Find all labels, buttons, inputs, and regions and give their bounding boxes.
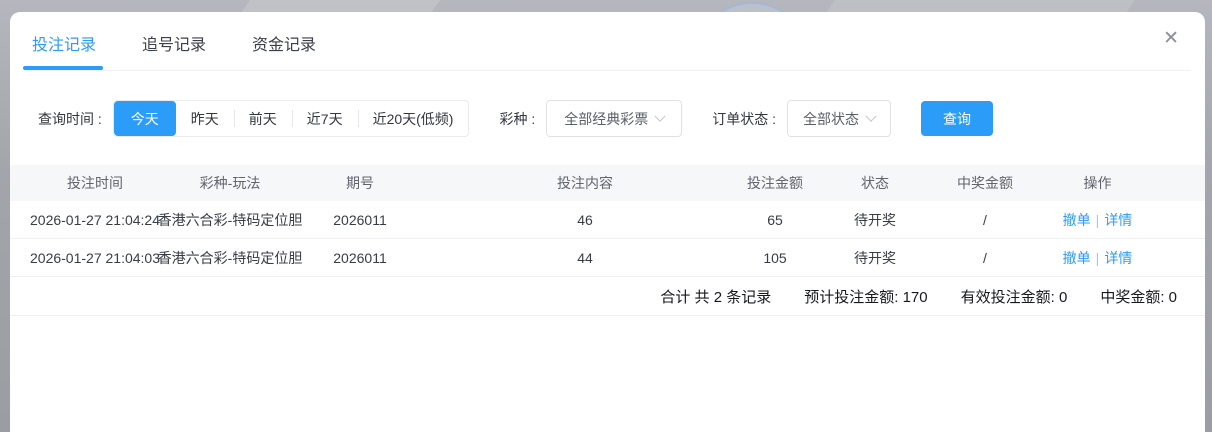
detail-link[interactable]: 详情 <box>1104 210 1132 230</box>
order-status-select[interactable]: 全部状态 <box>787 100 891 137</box>
cell-bet-amount: 105 <box>730 250 820 266</box>
col-header-status: 状态 <box>820 173 930 193</box>
tab-bar: 投注记录 追号记录 资金记录 ✕ <box>24 12 1191 71</box>
col-header-prize-amount: 中奖金额 <box>930 173 1040 193</box>
col-header-actions: 操作 <box>1040 173 1205 193</box>
table-header-row: 投注时间 彩种-玩法 期号 投注内容 投注金额 状态 中奖金额 操作 <box>10 165 1205 201</box>
betting-records-modal: 投注记录 追号记录 资金记录 ✕ 查询时间 : 今天 昨天 前天 近7天 近20… <box>10 12 1205 432</box>
tab-funds-records[interactable]: 资金记录 <box>252 12 316 70</box>
summary-valid-bet-amount: 有效投注金额: 0 <box>961 286 1068 307</box>
link-separator: | <box>1096 212 1100 228</box>
col-header-bet-content: 投注内容 <box>440 173 730 193</box>
tab-chase-records[interactable]: 追号记录 <box>142 12 206 70</box>
summary-row: 合计 共 2 条记录 预计投注金额: 170 有效投注金额: 0 中奖金额: 0 <box>10 277 1205 316</box>
col-header-game-play: 彩种-玩法 <box>180 173 280 193</box>
detail-link[interactable]: 详情 <box>1104 248 1132 268</box>
cancel-order-link[interactable]: 撤单 <box>1063 210 1091 230</box>
cell-bet-content: 44 <box>440 250 730 266</box>
cell-bet-time: 2026-01-27 21:04:24 <box>10 212 180 228</box>
records-table: 投注时间 彩种-玩法 期号 投注内容 投注金额 状态 中奖金额 操作 2026-… <box>10 165 1205 316</box>
summary-expected-bet-amount: 预计投注金额: 170 <box>804 286 927 307</box>
cell-bet-amount: 65 <box>730 212 820 228</box>
time-range-group: 今天 昨天 前天 近7天 近20天(低频) <box>113 100 470 137</box>
cell-status: 待开奖 <box>820 248 930 268</box>
cell-actions: 撤单 | 详情 <box>1040 210 1205 230</box>
link-separator: | <box>1096 250 1100 266</box>
chevron-down-icon <box>655 110 666 121</box>
cell-prize-amount: / <box>930 250 1040 266</box>
cell-status: 待开奖 <box>820 210 930 230</box>
col-header-bet-time: 投注时间 <box>10 173 180 193</box>
cancel-order-link[interactable]: 撤单 <box>1063 248 1091 268</box>
cell-bet-time: 2026-01-27 21:04:03 <box>10 250 180 266</box>
lottery-select[interactable]: 全部经典彩票 <box>546 100 682 137</box>
cell-actions: 撤单 | 详情 <box>1040 248 1205 268</box>
summary-prize-amount: 中奖金额: 0 <box>1100 286 1177 307</box>
table-row: 2026-01-27 21:04:24 香港六合彩-特码定位胆 2026011 … <box>10 201 1205 239</box>
cell-game-play: 香港六合彩-特码定位胆 <box>180 248 280 268</box>
filter-bar: 查询时间 : 今天 昨天 前天 近7天 近20天(低频) 彩种 : 全部经典彩票… <box>38 100 1205 137</box>
cell-bet-content: 46 <box>440 212 730 228</box>
cell-game-play: 香港六合彩-特码定位胆 <box>180 210 280 230</box>
summary-total-records: 合计 共 2 条记录 <box>660 286 771 307</box>
time-option-day-before[interactable]: 前天 <box>234 101 292 136</box>
cell-issue: 2026011 <box>280 212 440 228</box>
col-header-issue: 期号 <box>280 173 440 193</box>
time-filter-label: 查询时间 : <box>38 109 102 129</box>
time-option-today[interactable]: 今天 <box>114 101 176 136</box>
order-status-value: 全部状态 <box>803 109 859 129</box>
cell-prize-amount: / <box>930 212 1040 228</box>
order-status-label: 订单状态 : <box>712 109 776 129</box>
cell-issue: 2026011 <box>280 250 440 266</box>
time-option-yesterday[interactable]: 昨天 <box>176 101 234 136</box>
search-button[interactable]: 查询 <box>921 101 993 136</box>
lottery-select-value: 全部经典彩票 <box>564 109 648 129</box>
chevron-down-icon <box>865 110 876 121</box>
time-option-last7days[interactable]: 近7天 <box>292 101 358 136</box>
lottery-filter-label: 彩种 : <box>499 109 535 129</box>
close-icon[interactable]: ✕ <box>1159 25 1183 52</box>
col-header-bet-amount: 投注金额 <box>730 173 820 193</box>
table-row: 2026-01-27 21:04:03 香港六合彩-特码定位胆 2026011 … <box>10 239 1205 277</box>
tab-betting-records[interactable]: 投注记录 <box>32 12 96 70</box>
time-option-last20days[interactable]: 近20天(低频) <box>358 101 469 136</box>
